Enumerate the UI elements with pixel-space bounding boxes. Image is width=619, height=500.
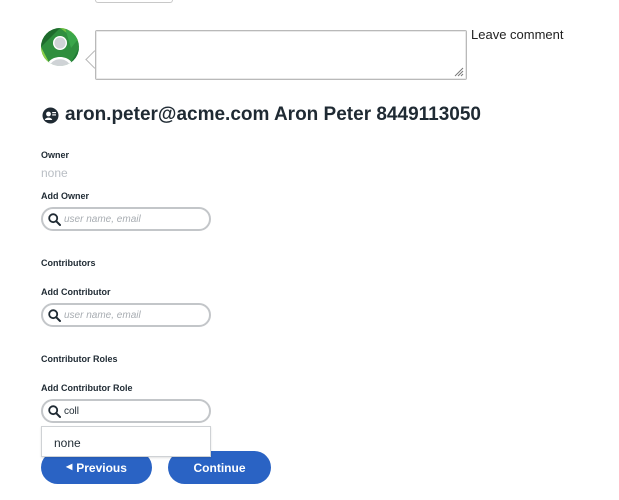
contributor-roles-label: Contributor Roles (41, 354, 118, 364)
chevron-left-icon: ◀ (66, 462, 73, 471)
dropdown-option-none[interactable]: none (54, 436, 81, 450)
add-owner-label: Add Owner (41, 191, 90, 201)
add-contributor-role-search[interactable] (41, 399, 211, 423)
owner-value: none (41, 166, 68, 180)
search-icon (48, 405, 61, 418)
resize-grip-icon[interactable] (454, 67, 464, 77)
comment-textarea[interactable] (95, 30, 467, 80)
search-icon (48, 309, 61, 322)
continue-button-label: Continue (193, 460, 246, 475)
role-suggestions-dropdown: none (41, 426, 211, 457)
contributors-label: Contributors (41, 258, 96, 268)
previous-button-label: Previous (76, 460, 127, 475)
add-contributor-input[interactable] (64, 307, 204, 323)
leave-comment-link[interactable]: Leave comment (471, 27, 564, 42)
add-contributor-role-label: Add Contributor Role (41, 383, 133, 393)
add-owner-search[interactable] (41, 207, 211, 231)
user-badge-icon (42, 107, 59, 124)
owner-label: Owner (41, 150, 70, 160)
page-title: aron.peter@acme.com Aron Peter 844911305… (65, 104, 481, 125)
add-contributor-search[interactable] (41, 303, 211, 327)
user-avatar (41, 28, 79, 66)
search-icon (48, 213, 61, 226)
add-contributor-role-input[interactable] (64, 403, 204, 419)
comment-area[interactable] (85, 30, 467, 80)
add-contributor-label: Add Contributor (41, 287, 111, 297)
top-stub (95, 0, 173, 3)
add-owner-input[interactable] (64, 211, 204, 227)
